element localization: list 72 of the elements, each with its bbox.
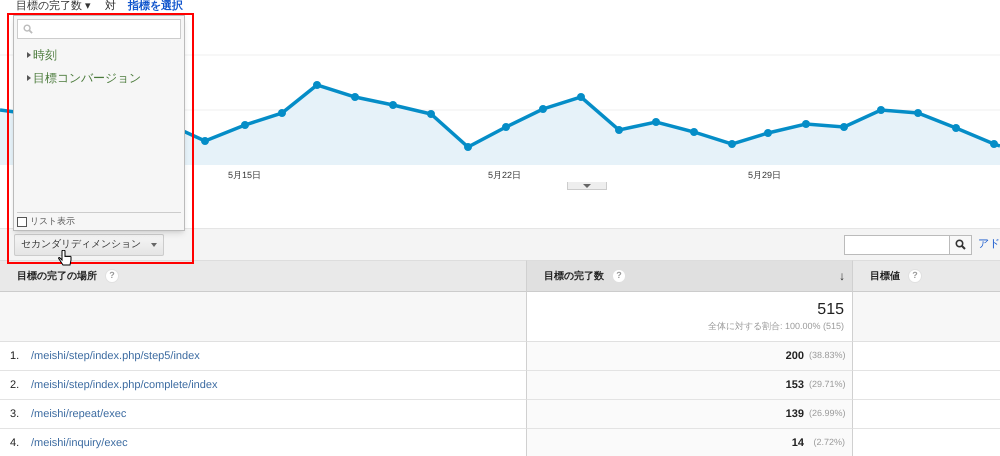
metric-dropdown[interactable]: 目標の完了数 ▾ [16,0,92,12]
help-icon[interactable]: ? [612,269,626,283]
chart-point [615,126,623,134]
chart-point [764,129,772,137]
list-view-label: リスト表示 [30,214,75,228]
count-percent: (26.99%) [809,407,845,420]
versus-label: 対 [105,0,116,12]
menu-search-field[interactable] [17,19,181,39]
count-value: 14 [792,436,804,451]
help-icon[interactable]: ? [908,269,922,283]
chart-point [201,137,209,145]
axis-label: 5月15日 [228,169,262,182]
page-link[interactable]: /meishi/step/index.php/step5/index [31,348,200,364]
count-value: 153 [786,378,804,393]
chart-point [877,106,885,114]
caret-icon [583,184,591,188]
row-index: 4. [10,436,20,451]
chart-point [802,120,810,128]
chart-point [539,105,547,113]
chart-point [690,128,698,136]
expand-arrow-icon [27,52,31,58]
chart-point [389,101,397,109]
column-header[interactable]: 目標の完了数 ? ↓ [527,260,853,292]
chart-point [914,109,922,117]
search-icon [955,239,966,250]
page-link[interactable]: /meishi/step/index.php/complete/index [31,376,218,394]
select-metric-link[interactable]: 指標を選択 [128,0,184,12]
chart-point [464,143,472,151]
chart-point [990,140,998,148]
count-percent: (38.83%) [809,349,845,362]
chart-point [351,93,359,101]
count-percent: (29.71%) [809,378,845,392]
search-button[interactable] [950,234,972,254]
row-index: 3. [10,406,20,422]
column-label: 目標の完了の場所 [17,269,97,284]
count-value: 200 [786,348,804,364]
column-label: 目標の完了数 [544,269,604,284]
chart-point [241,121,249,129]
caret-icon [151,242,157,246]
total-value: 515 [817,300,844,320]
axis-label: 5月22日 [488,169,522,182]
list-view-checkbox[interactable] [17,216,27,226]
collapse-chart-tab[interactable] [567,182,607,190]
page-link[interactable]: /meishi/inquiry/exec [31,434,128,452]
count-value: 139 [786,406,804,422]
column-header[interactable]: 目標の完了の場所 ? [0,260,527,292]
chart-point [278,109,286,117]
search-field[interactable] [844,234,950,254]
chart-point [313,81,321,89]
axis-label: 5月29日 [748,169,782,182]
count-percent: (2.72%) [812,436,845,450]
chart-point [728,140,736,148]
help-icon[interactable]: ? [105,269,119,283]
chart-point [840,123,848,131]
chart-point [427,110,435,118]
search-icon [23,24,33,34]
sort-arrow-icon: ↓ [839,267,845,285]
chart-point [577,93,585,101]
column-label: 目標値 [870,270,900,284]
total-share: 全体に対する割合: 100.00% (515) [708,320,844,333]
column-header[interactable]: 目標値 ? [853,260,1000,292]
page-link[interactable]: /meishi/repeat/exec [31,406,126,422]
chart-point [502,123,510,131]
expand-arrow-icon [27,75,31,81]
advanced-link[interactable]: アド [978,236,1000,253]
chart-point [952,124,960,132]
chart-point [652,118,660,126]
row-index: 1. [10,348,20,364]
dimension-group[interactable]: 時刻 [27,46,184,64]
dimension-group[interactable]: 目標コンバージョン [27,69,184,87]
secondary-dimension-button[interactable]: セカンダリディメンション [14,234,164,256]
row-index: 2. [10,378,20,393]
